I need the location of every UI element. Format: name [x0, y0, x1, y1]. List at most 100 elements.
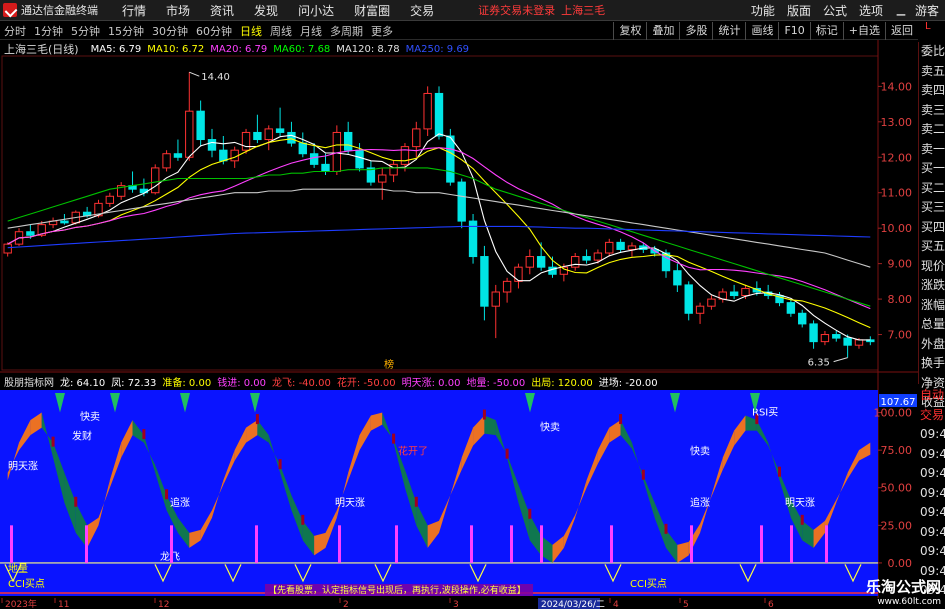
candle-body [207, 139, 217, 151]
sidebar-item-outer[interactable]: 外盘 [919, 335, 945, 355]
date-tick-label: 11 [58, 600, 69, 609]
indicator-tick-label: 0.00 [888, 557, 913, 570]
candle-body [264, 128, 273, 141]
sidebar-item-buy3[interactable]: 买三 [919, 198, 945, 218]
candle-body [673, 270, 682, 286]
candle-body [605, 241, 614, 254]
candle-body [412, 128, 421, 148]
candle-body [241, 131, 251, 151]
price-tick-label: 14.00 [881, 80, 913, 93]
ma120-value: MA120: 8.78 [336, 43, 400, 55]
money-in-spike [510, 525, 513, 563]
red-tick-mark [301, 514, 305, 525]
sidebar-tab[interactable]: L [925, 21, 931, 32]
candle-body [196, 110, 205, 141]
candle-body [105, 195, 115, 204]
sidebar-item-volume[interactable]: 总量 [919, 315, 945, 335]
candle-body [378, 174, 387, 183]
sidebar-item-order-ratio[interactable]: 委比 [919, 42, 945, 62]
price-tick-label: 12.00 [881, 151, 913, 164]
red-tick-mark [142, 429, 146, 440]
price-tick-label: 8.00 [888, 293, 913, 306]
watermark-title: 乐淘公式网 [865, 578, 941, 596]
red-tick-mark [664, 523, 668, 534]
ma-line-ma5 [7, 133, 871, 341]
candle-body [582, 256, 591, 261]
candle-body [491, 291, 500, 307]
date-tick-label: 3 [453, 600, 459, 609]
candle-body [832, 334, 841, 339]
candle-body [854, 339, 864, 346]
red-tick-mark [74, 496, 78, 507]
sidebar-item-sell3[interactable]: 卖三 [919, 101, 945, 121]
date-tick-label: 2023年 [5, 598, 37, 609]
candle-body [786, 302, 796, 314]
price-tick-label: 7.00 [888, 329, 913, 342]
candle-body [502, 280, 512, 293]
money-in-spike [10, 525, 13, 563]
red-tick-mark [51, 436, 55, 447]
money-in-spike [85, 525, 88, 563]
sidebar-item-price[interactable]: 现价 [919, 257, 945, 277]
ind-exit: 出局: 120.00 [531, 377, 593, 389]
ma-line-ma20 [7, 147, 871, 310]
tick-time: 09:4 [920, 544, 945, 558]
candle-body [321, 163, 330, 172]
sidebar-item-sell1[interactable]: 卖一 [919, 140, 945, 160]
sidebar-item-change[interactable]: 涨跌 [919, 276, 945, 296]
candle-body [843, 337, 852, 346]
candle-body [684, 284, 693, 314]
candle-body [729, 291, 739, 297]
red-tick-mark [392, 433, 396, 444]
signal-label-repeat: 明天涨 [335, 497, 365, 509]
sidebar-item-change-pct[interactable]: 涨幅 [919, 296, 945, 316]
sidebar-item-buy2[interactable]: 买二 [919, 179, 945, 199]
candle-body [344, 131, 353, 151]
date-tick-label: 12 [158, 600, 169, 609]
sidebar-item-buy4[interactable]: 买四 [919, 218, 945, 238]
ma5-value: MA5: 6.79 [90, 43, 142, 55]
indicator-current-value: 107.67 [881, 397, 916, 408]
money-in-spike [610, 525, 613, 563]
candle-body [423, 92, 432, 130]
red-tick-mark [505, 448, 509, 459]
tick-time: 09:4 [920, 446, 945, 461]
candle-body [275, 128, 285, 133]
candle-body [60, 220, 69, 224]
watermark-url: www.60lt.com [877, 597, 941, 607]
price-tick-label: 10.00 [881, 222, 913, 235]
price-tick-label: 13.00 [881, 116, 913, 129]
candle-body [434, 92, 444, 137]
sidebar-item-sell4[interactable]: 卖四 [919, 81, 945, 101]
chart-canvas[interactable]: 14.00 13.00 12.00 11.00 10.00 9.00 8.00 7.00 14.… [0, 0, 945, 609]
sidebar-item-buy1[interactable]: 买一 [919, 159, 945, 179]
signal-label: 花开了 [398, 445, 428, 458]
indicator-name[interactable]: 股朋指标网 [4, 374, 54, 389]
ma20-value: MA20: 6.79 [210, 43, 268, 55]
signal-label: 发财 [72, 430, 92, 443]
candle-body [809, 323, 818, 343]
sidebar-auto[interactable]: 自动 [918, 386, 945, 406]
money-in-spike [790, 525, 793, 563]
sidebar-item-sell5[interactable]: 卖五 [919, 62, 945, 82]
sidebar-trade[interactable]: 交易 [918, 406, 945, 426]
tick-time: 09:4 [920, 485, 945, 500]
date-tick-label: 2 [343, 600, 349, 609]
signal-label: 快卖 [80, 411, 100, 423]
ma-line-ma250 [7, 225, 871, 249]
price-tick-label: 11.00 [881, 187, 913, 200]
ind-tomorrow-up: 明天涨: 0.00 [401, 377, 461, 389]
indicator-tick-label: 100.00 [874, 407, 913, 420]
indicator-tick-label: 25.00 [881, 519, 913, 532]
candle-body [616, 241, 625, 250]
sidebar-item-buy5[interactable]: 买五 [919, 237, 945, 257]
candle-body [219, 149, 228, 162]
sidebar-item-sell2[interactable]: 卖二 [919, 120, 945, 140]
tick-time: 09:4 [920, 427, 945, 441]
sidebar-item-turnover[interactable]: 换手 [919, 354, 945, 374]
signal-label: 地量 [8, 562, 28, 575]
signal-label: 追涨 [170, 496, 190, 509]
signal-label: 明天涨 [8, 461, 38, 473]
money-in-spike [170, 525, 173, 563]
ind-dragon-fly: 龙飞: -40.00 [272, 377, 331, 389]
